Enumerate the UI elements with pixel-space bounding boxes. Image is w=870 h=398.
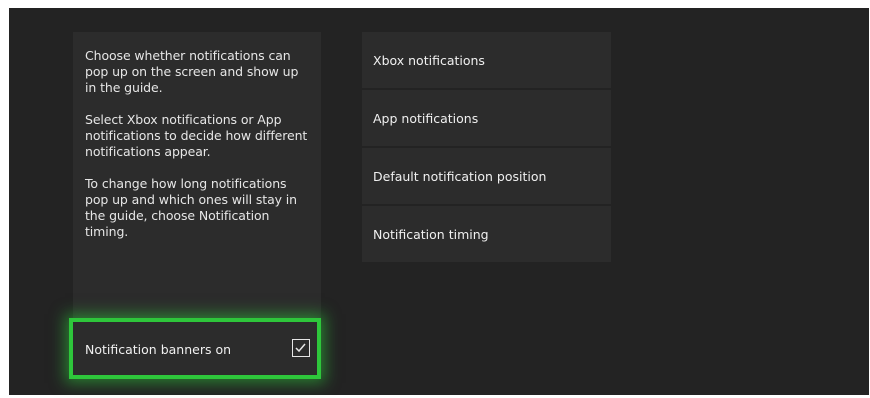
menu-item-label: Notification timing [373, 227, 489, 242]
info-text: Choose whether notifications can pop up … [85, 48, 309, 256]
checkmark-icon [295, 343, 306, 353]
notification-banners-toggle[interactable]: Notification banners on [69, 318, 321, 379]
notification-banners-label: Notification banners on [85, 342, 232, 357]
settings-screen: Choose whether notifications can pop up … [9, 8, 869, 395]
menu-item-label: Xbox notifications [373, 53, 485, 68]
menu-item-label: Default notification position [373, 169, 547, 184]
info-paragraph-3: To change how long notifications pop up … [85, 176, 297, 239]
checkbox[interactable] [292, 339, 310, 357]
menu-item-app-notifications[interactable]: App notifications [362, 90, 611, 146]
menu-item-default-notification-position[interactable]: Default notification position [362, 148, 611, 204]
info-panel: Choose whether notifications can pop up … [73, 32, 321, 322]
menu-item-label: App notifications [373, 111, 479, 126]
info-paragraph-1: Choose whether notifications can pop up … [85, 48, 299, 95]
menu-item-notification-timing[interactable]: Notification timing [362, 206, 611, 262]
info-paragraph-2: Select Xbox notifications or App notific… [85, 112, 308, 159]
menu-item-xbox-notifications[interactable]: Xbox notifications [362, 32, 611, 88]
notification-settings-menu: Xbox notifications App notifications Def… [362, 32, 611, 264]
